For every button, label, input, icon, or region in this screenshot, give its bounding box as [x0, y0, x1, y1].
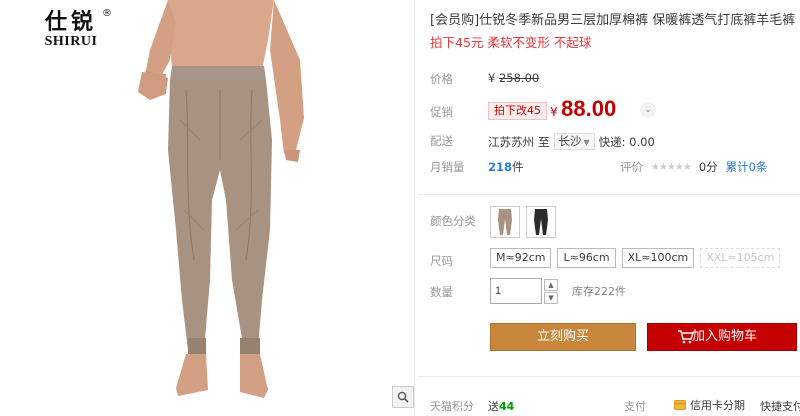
pants-thumbnail-icon [534, 209, 548, 235]
color-option-black[interactable] [526, 206, 556, 238]
chevron-down-icon[interactable]: ⌄ [640, 102, 656, 118]
size-label: 尺码 [430, 254, 453, 268]
quantity-steppers: ▲ ▼ [544, 278, 558, 304]
caret-down-icon: ▼ [583, 138, 590, 147]
color-options [490, 206, 556, 238]
tmall-points-label: 天猫积分 [430, 400, 474, 413]
size-option-m[interactable]: M≈92cm [490, 248, 552, 268]
destination-city-select[interactable]: 长沙 ▼ [553, 133, 595, 150]
promo-label: 促销 [430, 105, 453, 119]
decrease-button[interactable]: ▼ [544, 291, 558, 304]
promo-currency-symbol: ¥ [550, 105, 558, 119]
magnifier-icon [397, 391, 409, 403]
points-value: 44 [499, 400, 515, 413]
express-fee: 快递: 0.00 [598, 134, 655, 149]
ship-to-word: 至 [538, 134, 550, 149]
destination-city: 长沙 [558, 134, 582, 148]
rating-score: 0分 [698, 160, 718, 174]
product-gallery: 仕锐 ® SHIRUI [0, 0, 414, 416]
currency-symbol: ¥ [488, 71, 496, 85]
promo-price: ¥ 88.00 [550, 96, 616, 122]
quantity-label: 数量 [430, 285, 453, 299]
size-option-xl[interactable]: XL≈100cm [621, 248, 695, 268]
size-options: M≈92cm L≈96cm XL≈100cm XXL≈105cm [490, 248, 781, 268]
credit-card-icon [674, 400, 686, 410]
star-rating-icon: ★★★★★ [651, 161, 692, 173]
brand-logo: 仕锐 ® SHIRUI [36, 8, 112, 50]
add-to-cart-label: 加入购物车 [692, 329, 758, 344]
original-price: ¥ 258.00 [488, 71, 539, 85]
increase-button[interactable]: ▲ [544, 278, 558, 291]
color-label: 颜色分类 [430, 214, 476, 228]
product-subtitle: 拍下45元 柔软不变形 不起球 [430, 35, 592, 50]
credit-card-label: 信用卡分期 [690, 399, 745, 412]
promo-tag: 拍下改45 [488, 102, 547, 120]
payment-label: 支付 [624, 400, 646, 413]
quick-pay[interactable]: 快捷支付 [760, 398, 800, 414]
stock-count: 库存222件 [572, 285, 626, 298]
ship-from: 江苏苏州 [488, 134, 534, 149]
zoom-button[interactable] [392, 386, 414, 408]
price-label: 价格 [430, 72, 453, 86]
size-option-xxl[interactable]: XXL≈105cm [700, 248, 781, 268]
cart-icon [678, 330, 694, 344]
rating-info: 评价 ★★★★★ 0分 累计0条 [620, 159, 767, 175]
buy-now-button[interactable]: 立刻购买 [490, 323, 636, 351]
brand-logo-en: SHIRUI [44, 34, 98, 49]
cumulative-reviews-link[interactable]: 累计0条 [726, 159, 768, 175]
monthly-sales-unit: 件 [512, 160, 524, 174]
monthly-sales-count: 218 [488, 160, 513, 174]
divider [418, 376, 800, 377]
points-prefix: 送 [488, 400, 499, 413]
original-price-value: 258.00 [498, 71, 540, 85]
quantity-stepper: ▲ ▼ 库存222件 [490, 278, 626, 304]
product-photo [0, 0, 414, 416]
divider [418, 194, 800, 195]
size-option-l[interactable]: L≈96cm [557, 248, 616, 268]
add-to-cart-button[interactable]: 加入购物车 [647, 323, 797, 351]
registered-mark: ® [102, 8, 112, 19]
product-title: [会员购]仕锐冬季新品男三层加厚棉裤 保暖裤透气打底裤羊毛裤 [430, 13, 796, 28]
brand-logo-cn: 仕锐 [44, 9, 97, 35]
rating-label: 评价 [620, 160, 643, 174]
shipping-info: 江苏苏州 至 长沙 ▼ 快递: 0.00 [488, 133, 655, 150]
credit-card-installment[interactable]: 信用卡分期 [674, 397, 745, 413]
pants-thumbnail-icon [498, 209, 512, 235]
monthly-sales: 218件 [488, 159, 524, 175]
divider [414, 0, 415, 416]
service-row: 天猫积分 送44 支付 信用卡分期 快捷支付 [418, 392, 800, 416]
monthly-sales-label: 月销量 [430, 160, 465, 174]
product-detail: [会员购]仕锐冬季新品男三层加厚棉裤 保暖裤透气打底裤羊毛裤 拍下45元 柔软不… [418, 0, 800, 416]
tmall-points: 送44 [488, 398, 514, 414]
shipping-label: 配送 [430, 134, 453, 148]
quantity-input[interactable] [490, 278, 542, 304]
promo-price-value: 88.00 [561, 96, 617, 121]
color-option-camel[interactable] [490, 206, 520, 238]
